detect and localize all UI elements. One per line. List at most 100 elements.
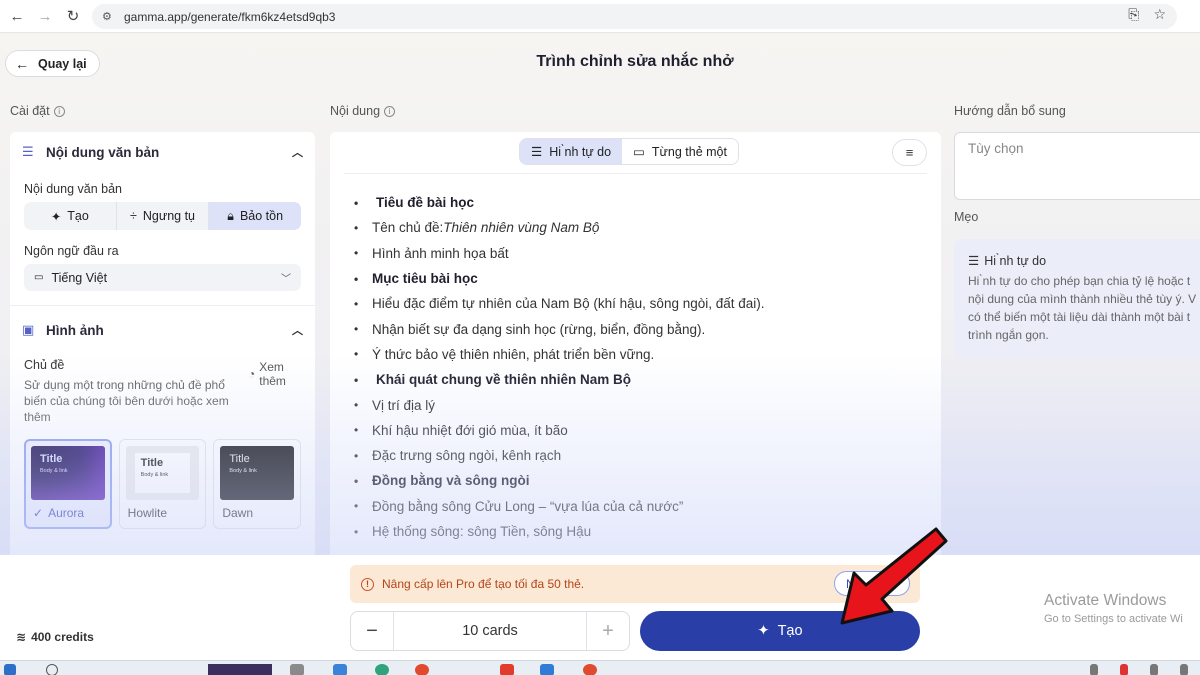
chevron-up-icon[interactable]: ︿ — [292, 144, 303, 160]
youtube-icon[interactable] — [500, 664, 514, 675]
clear-format-button[interactable]: ≡ — [892, 139, 927, 166]
theme-thumb-title: Title — [40, 453, 63, 465]
decrease-cards-button[interactable]: − — [351, 612, 394, 650]
install-icon[interactable]: ⎘ — [1128, 6, 1139, 23]
text-content-label: Nội dung văn bản — [24, 182, 122, 196]
tip-title-text: Hi ̀nh tự do — [984, 253, 1047, 268]
mode-freeform[interactable]: ☰ Hi ̀nh tự do — [520, 139, 623, 164]
start-icon[interactable] — [4, 664, 16, 675]
theme-card-howlite[interactable]: Title Body & link Howlite — [118, 439, 207, 529]
text-mode-condense[interactable]: ÷ Ngưng tụ — [117, 202, 210, 230]
content-label-text: Nội dung — [330, 104, 381, 118]
generate-footer: ! Nâng cấp lên Pro để tạo tối đa 50 thẻ.… — [0, 555, 1200, 660]
card-count-value[interactable]: 10 cards — [394, 612, 586, 650]
image-group-header[interactable]: ▣ Hình ảnh ︿ — [10, 310, 315, 350]
theme-thumb-title: Title — [229, 453, 250, 465]
info-icon[interactable]: i — [384, 105, 396, 117]
theme-card-aurora[interactable]: Title Body & link ✓ Aurora — [24, 439, 112, 529]
page-title: Trình chỉnh sửa nhắc nhở — [536, 53, 734, 70]
mode-freeform-label: Hi ̀nh tự do — [549, 144, 612, 159]
edge-icon[interactable] — [375, 664, 389, 675]
chevron-down-icon: ﹀ — [281, 274, 291, 285]
forward-arrow-icon[interactable]: → — [34, 5, 56, 27]
generate-button-label: Tạo — [777, 623, 803, 639]
tray-icon[interactable] — [1180, 664, 1188, 675]
windows-taskbar — [0, 660, 1200, 675]
tip-body: Hi ̀nh tự do cho phép bạn chia tỷ lệ hoặ… — [968, 274, 1197, 342]
outline-item[interactable]: Ý thức bảo vệ thiên nhiên, phát triển bề… — [354, 342, 765, 367]
theme-thumb-body: Body & link — [229, 468, 257, 474]
increase-cards-button[interactable]: + — [586, 612, 629, 650]
editor-page: ← Quay lại Trình chỉnh sửa nhắc nhở Cài … — [0, 34, 1200, 555]
outline-item[interactable]: Vị trí địa lý — [354, 392, 765, 417]
outline-item[interactable]: Nhận biết sự đa dạng sinh học (rừng, biể… — [354, 316, 765, 341]
browser-toolbar: ← → ↻ ⚙ gamma.app/generate/fkm6kz4etsd9q… — [0, 0, 1200, 33]
outline-item[interactable]: Hiểu đặc điểm tự nhiên của Nam Bộ (khí h… — [354, 291, 765, 316]
outline-item[interactable]: Tiêu đề bài học — [354, 190, 765, 215]
outline-item[interactable]: Đồng bằng sông Cửu Long – “vựa lúa của c… — [354, 494, 765, 519]
see-more-label: Xem thêm — [259, 360, 286, 388]
app-icon[interactable] — [540, 664, 554, 675]
text-mode-preserve[interactable]: 🔒︎ Bảo tồn — [209, 202, 302, 230]
back-arrow-icon[interactable]: ← — [6, 5, 28, 27]
windows-activation-watermark: Activate Windows Go to Settings to activ… — [1044, 592, 1183, 625]
card-count-stepper: − 10 cards + — [350, 611, 630, 651]
text-content-group-header[interactable]: ☰ Nội dung văn bản ︿ — [10, 132, 315, 172]
app-icon[interactable] — [333, 664, 347, 675]
output-language-label: Ngôn ngữ đầu ra — [24, 244, 119, 258]
outline-item[interactable]: Hệ thống sông: sông Tiền, sông Hậu — [354, 519, 765, 544]
chevron-up-icon[interactable]: ︿ — [292, 322, 303, 338]
extra-section-label: Hướng dẫn bổ sung — [954, 104, 1066, 118]
theme-description-row: Sử dụng một trong những chủ đề phổ biến … — [10, 360, 315, 425]
outline-item[interactable]: Khí hậu nhiệt đới gió mùa, ít bão — [354, 418, 765, 443]
tray-icon[interactable] — [1120, 664, 1128, 675]
outline-item[interactable]: Hình ảnh minh họa bất — [354, 241, 765, 266]
chrome-icon[interactable] — [583, 664, 597, 675]
url-text: gamma.app/generate/fkm6kz4etsd9qb3 — [124, 9, 336, 24]
text-mode-preserve-label: Bảo tồn — [239, 209, 284, 223]
tray-icon[interactable] — [1150, 664, 1158, 675]
warning-icon: ! — [361, 577, 374, 591]
credits-badge: ≋ 400 credits — [16, 630, 94, 644]
theme-thumb-body: Body & link — [140, 472, 169, 478]
outline-item[interactable]: Đặc trưng sông ngòi, kênh rạch — [354, 443, 765, 468]
theme-grid: Title Body & link ✓ Aurora Title Body & … — [10, 425, 315, 529]
output-language-select[interactable]: ▭ Tiếng Việt ﹀ — [24, 264, 301, 291]
sparkle-icon: ✦ — [757, 623, 770, 639]
image-icon: ▣ — [22, 322, 35, 337]
theme-name: Howlite — [127, 506, 168, 520]
site-settings-icon[interactable]: ⚙ — [102, 10, 116, 24]
upgrade-banner-text: Nâng cấp lên Pro để tạo tối đa 50 thẻ. — [382, 577, 585, 591]
bookmark-star-icon[interactable]: ☆ — [1153, 6, 1166, 23]
outline-item[interactable]: Khái quát chung về thiên nhiên Nam Bộ — [354, 367, 765, 392]
content-panel: ☰ Hi ̀nh tự do ▭ Từng thẻ một ≡ Tiêu đề … — [330, 132, 941, 555]
mode-card-label: Từng thẻ một — [651, 144, 727, 159]
task-view-icon[interactable] — [290, 664, 304, 675]
language-icon: ▭ — [34, 272, 44, 283]
text-align-icon: ☰ — [968, 254, 980, 268]
address-bar[interactable]: ⚙ gamma.app/generate/fkm6kz4etsd9qb3 — [92, 4, 1177, 29]
lock-icon: 🔒︎ — [227, 208, 234, 223]
search-icon[interactable] — [46, 664, 58, 675]
info-icon[interactable]: i — [53, 105, 65, 117]
panel-divider — [10, 305, 315, 306]
upgrade-banner: ! Nâng cấp lên Pro để tạo tối đa 50 thẻ.… — [350, 565, 920, 603]
theme-card-dawn[interactable]: Title Body & link Dawn — [213, 439, 302, 529]
condense-icon: ÷ — [129, 209, 137, 223]
outline-item-italic: Thiên nhiên vùng Nam Bộ — [443, 220, 600, 236]
theme-name-text: Aurora — [48, 506, 85, 520]
chrome-icon[interactable] — [415, 664, 429, 675]
tray-icon[interactable] — [1090, 664, 1098, 675]
theme-thumbnail: Title Body & link — [31, 446, 105, 500]
taskbar-widget[interactable] — [208, 664, 272, 675]
extra-instructions-input[interactable]: Tùy chọn — [954, 132, 1200, 200]
reload-icon[interactable]: ↻ — [62, 5, 84, 27]
see-more-themes-button[interactable]: ◔ Xem thêm — [248, 360, 313, 388]
outline-item[interactable]: Đồng bằng và sông ngòi — [354, 468, 765, 493]
outline-item[interactable]: Tên chủ đề: Thiên nhiên vùng Nam Bộ — [354, 215, 765, 240]
mode-card-by-card[interactable]: ▭ Từng thẻ một — [622, 139, 738, 164]
outline-item[interactable]: Mục tiêu bài học — [354, 266, 765, 291]
sparkle-icon: ✦ — [50, 209, 62, 224]
outline-editor[interactable]: Tiêu đề bài học Tên chủ đề: Thiên nhiên … — [354, 190, 765, 544]
text-mode-generate[interactable]: ✦ Tạo — [24, 202, 117, 230]
